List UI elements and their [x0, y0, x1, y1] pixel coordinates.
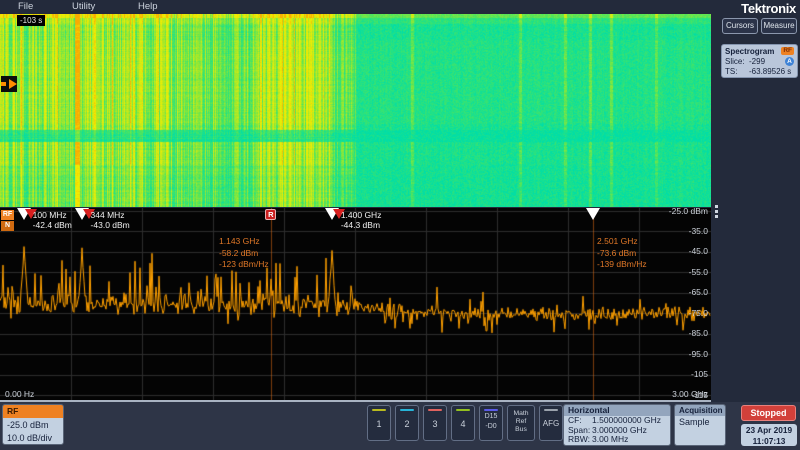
- marker-triangle-icon: [325, 208, 339, 220]
- rf-badge-label: RF: [1, 210, 14, 220]
- span-value: 3.000000 GHz: [592, 425, 647, 435]
- spectrogram-display[interactable]: -103 s: [0, 14, 711, 207]
- channel-4-button[interactable]: 4: [451, 405, 475, 441]
- acquisition-panel-title: Acquisition: [675, 405, 725, 416]
- y-axis-label: -45.0: [689, 247, 708, 256]
- math-ref-bus-label: Bus: [515, 426, 527, 434]
- spectrogram-time-label: -103 s: [17, 15, 45, 26]
- y-axis-label: -75.0: [689, 309, 708, 318]
- run-stop-status[interactable]: Stopped: [741, 405, 796, 421]
- app-window: File Utility Help Tektronix Cursors Measur…: [0, 0, 800, 450]
- horizontal-panel[interactable]: Horizontal CF:1.500000000 GHz Span:3.000…: [563, 404, 671, 446]
- cursors-button[interactable]: Cursors: [722, 18, 758, 34]
- y-axis-label: -25.0 dBm: [669, 207, 708, 216]
- spectrogram-info-panel[interactable]: Spectrogram RF Slice: -299 A TS: -63.895…: [721, 44, 798, 78]
- channel-label: 3: [432, 419, 437, 429]
- x-axis-end-label: 3.00 GHz: [672, 389, 708, 399]
- y-axis-label: -65.0: [689, 288, 708, 297]
- rbw-label: RBW:: [568, 435, 592, 445]
- acquisition-panel[interactable]: Acquisition Sample: [674, 404, 726, 446]
- reference-marker[interactable]: R: [265, 209, 276, 220]
- channel-color-chip: [484, 409, 498, 411]
- marker-readout: 1.400 GHz-44.3 dBm: [341, 210, 382, 230]
- ts-label: TS:: [725, 67, 749, 76]
- time-label: 11:07:13: [741, 436, 797, 447]
- rf-reflevel-value: -25.0 dBm: [7, 419, 63, 432]
- measure-button[interactable]: Measure: [761, 18, 797, 34]
- channel-color-chip: [372, 409, 386, 411]
- peak-annotation-2: 2.501 GHz-73.6 dBm-139 dBm/Hz: [597, 236, 647, 271]
- slice-arrow-icon[interactable]: [1, 76, 17, 92]
- channel-label: 2: [404, 419, 409, 429]
- marker-triangle-icon: [17, 208, 31, 220]
- ts-value: -63.89526 s: [749, 67, 794, 76]
- date-label: 23 Apr 2019: [741, 425, 797, 436]
- math-ref-bus-label: Math: [513, 410, 528, 418]
- channel-2-button[interactable]: 2: [395, 405, 419, 441]
- channel-label: 1: [376, 419, 381, 429]
- channel-color-chip: [428, 409, 442, 411]
- tektronix-logo: Tektronix: [741, 1, 796, 16]
- digital-label: -D0: [485, 423, 496, 431]
- x-axis-start-label: 0.00 Hz: [5, 389, 34, 399]
- y-axis-label: -95.0: [689, 350, 708, 359]
- y-axis-label: -55.0: [689, 268, 708, 277]
- datetime-panel[interactable]: 23 Apr 2019 11:07:13: [741, 424, 797, 446]
- math-ref-bus-label: Ref: [516, 418, 527, 426]
- rf-source-badge: RF: [781, 47, 794, 55]
- digital-d15-d0-button[interactable]: D15-D0: [479, 405, 503, 441]
- channel-1-button[interactable]: 1: [367, 405, 391, 441]
- menu-utility[interactable]: Utility: [68, 0, 99, 14]
- channel-color-chip: [544, 409, 558, 411]
- rf-channel-badge[interactable]: RF N: [1, 210, 14, 231]
- rf-scale-value: 10.0 dB/div: [7, 432, 63, 445]
- channel-label: AFG: [543, 419, 559, 428]
- menu-help[interactable]: Help: [134, 0, 162, 14]
- menu-file[interactable]: File: [14, 0, 37, 14]
- rbw-value: 3.00 MHz: [592, 434, 628, 444]
- rf-panel-title: RF: [3, 405, 63, 418]
- marker-triangle-icon: [75, 208, 89, 220]
- spectrogram-canvas[interactable]: [0, 14, 711, 207]
- cursor-a-marker[interactable]: [586, 208, 600, 220]
- peak-annotation-1: 1.143 GHz-58.2 dBm-123 dBm/Hz: [219, 236, 269, 271]
- menubar: File Utility Help: [0, 0, 711, 14]
- right-panel: Tektronix Cursors Measure Spectrogram RF…: [711, 0, 800, 402]
- rf-settings-panel[interactable]: RF -25.0 dBm 10.0 dB/div: [2, 404, 64, 445]
- bottom-bar: RF -25.0 dBm 10.0 dB/div 1234D15-D0MathR…: [0, 402, 800, 450]
- digital-label: D15: [485, 413, 498, 421]
- rf-normal-trace-label: N: [1, 221, 14, 231]
- marker-readout: 344 MHz-43.0 dBm: [91, 210, 130, 230]
- channel-3-button[interactable]: 3: [423, 405, 447, 441]
- cf-value: 1.500000000 GHz: [592, 415, 661, 425]
- y-axis-label: -35.0: [689, 227, 708, 236]
- channel-label: 4: [460, 419, 465, 429]
- cursor-a-badge: A: [785, 57, 794, 66]
- marker-readout: 100 MHz-42.4 dBm: [33, 210, 72, 230]
- y-axis-label: -85.0: [689, 329, 708, 338]
- spectrum-display[interactable]: RF N -25.0 dBm -35.0 -45.0 -55.0 -65.0 -75.0 -…: [0, 208, 711, 400]
- channel-color-chip: [456, 409, 470, 411]
- afg-button[interactable]: AFG: [539, 405, 563, 441]
- channel-color-chip: [400, 409, 414, 411]
- math-ref-bus-button[interactable]: MathRefBus: [507, 405, 535, 441]
- acquisition-mode: Sample: [675, 416, 725, 445]
- slice-value: -299: [749, 57, 785, 66]
- spectrogram-panel-title: Spectrogram: [725, 47, 774, 56]
- slice-label: Slice:: [725, 57, 749, 66]
- panel-grip-handle[interactable]: [712, 203, 720, 221]
- y-axis-label: -105: [691, 370, 708, 379]
